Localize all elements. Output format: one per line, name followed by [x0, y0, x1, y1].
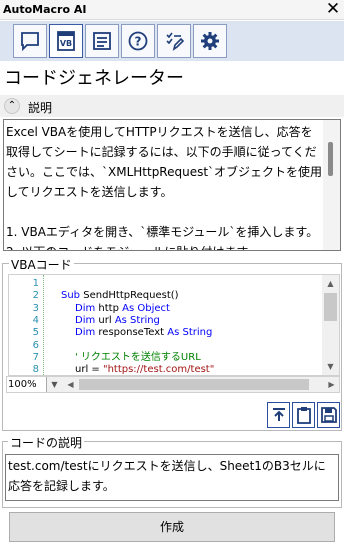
page-title: コードジェネレーター — [4, 68, 184, 89]
insert-icon — [272, 408, 285, 421]
code-keyword: Dim — [75, 314, 96, 326]
code-text: url = "https://test.com/test" — [49, 364, 215, 376]
chat-icon — [21, 32, 39, 52]
line-number: 5 — [32, 327, 39, 339]
chat-button[interactable] — [13, 24, 47, 58]
gear-icon — [201, 32, 219, 50]
code-text: Dim http As Object — [49, 303, 170, 315]
scroll-left-icon[interactable]: ◀ — [63, 377, 78, 392]
code-text: Dim url As String — [49, 315, 160, 327]
description-text: Excel VBAを使用してHTTPリクエストを送信し、応答を取得してシートに記… — [6, 125, 323, 250]
window-title: AutoMacro AI — [3, 3, 87, 16]
document-list-icon — [93, 32, 111, 50]
code-keyword: Sub — [61, 290, 81, 302]
description-textbox[interactable]: Excel VBAを使用してHTTPリクエストを送信し、応答を取得してシートに記… — [3, 119, 341, 251]
line-number: 4 — [32, 314, 39, 326]
toolbar: VB ? — [0, 21, 344, 61]
vba-icon: VB — [57, 31, 75, 51]
code-string: "https://test.com/test" — [102, 364, 215, 376]
code-text: Sub SendHttpRequest() — [49, 290, 179, 302]
copy-code-button[interactable] — [292, 402, 315, 428]
code-token: SendHttpRequest() — [80, 290, 179, 302]
scroll-down-icon[interactable]: ▼ — [322, 358, 339, 375]
code-text: ' リクエストを送信するURL — [49, 352, 201, 364]
code-editor[interactable]: 1 2 Sub SendHttpRequest() 3 Dim http As Obje… — [8, 274, 340, 376]
code-keyword: As String — [114, 314, 160, 326]
scroll-up-icon[interactable]: ▲ — [322, 275, 339, 292]
chevron-down-icon[interactable]: ▼ — [47, 377, 62, 392]
svg-text:VB: VB — [60, 39, 72, 48]
code-keyword: As Object — [122, 302, 170, 314]
code-scroll-thumb[interactable] — [324, 293, 337, 321]
help-button[interactable]: ? — [121, 24, 155, 58]
edit-checklist-icon — [166, 32, 185, 51]
vba-button[interactable]: VB — [49, 24, 83, 58]
code-keyword: As String — [167, 327, 213, 339]
insert-code-button[interactable] — [267, 402, 290, 428]
save-code-button[interactable] — [317, 402, 340, 428]
close-icon[interactable]: ✕ — [324, 0, 342, 19]
code-scrollbar[interactable]: ▲ ▼ — [322, 275, 339, 375]
code-explanation-title: コードの説明 — [8, 434, 85, 451]
create-button[interactable]: 作成 — [9, 512, 335, 542]
document-button[interactable] — [85, 24, 119, 58]
save-icon — [320, 407, 337, 423]
collapse-icon[interactable]: ⌃ — [4, 98, 20, 114]
zoom-select[interactable]: 100% — [7, 377, 47, 392]
code-token: url — [95, 314, 115, 326]
gutter-divider — [43, 275, 44, 375]
svg-text:?: ? — [135, 35, 142, 49]
code-token: http — [95, 302, 123, 314]
title-bar: AutoMacro AI ✕ — [0, 0, 344, 20]
help-icon: ? — [128, 31, 148, 51]
code-token: url = — [75, 364, 103, 376]
scroll-right-icon[interactable]: ▶ — [324, 377, 339, 392]
description-scrollbar[interactable] — [323, 120, 340, 250]
clipboard-icon — [296, 407, 311, 424]
description-header[interactable]: ⌃ 説明 — [0, 95, 344, 117]
settings-button[interactable] — [193, 24, 227, 58]
code-explanation-text[interactable]: test.com/testにリクエストを送信し、Sheet1のB3セルに応答を記… — [5, 454, 339, 501]
scrollbar-thumb[interactable] — [328, 142, 333, 176]
line-number: 1 — [32, 278, 39, 289]
description-header-label: 説明 — [28, 101, 53, 115]
code-keyword: Dim — [75, 327, 96, 339]
line-number: 7 — [32, 351, 39, 363]
horizontal-scroll-thumb[interactable] — [79, 379, 309, 390]
line-number: 6 — [32, 339, 39, 351]
code-zoom-bar: 100% ▼ ◀ ▶ — [6, 376, 340, 393]
vba-code-group-title: VBAコード — [9, 256, 74, 273]
edit-checklist-button[interactable] — [157, 24, 191, 58]
code-token: responseText — [95, 327, 168, 339]
code-keyword: Dim — [75, 302, 96, 314]
code-text: Dim responseText As String — [49, 327, 212, 339]
line-number: 3 — [32, 302, 39, 314]
line-number: 2 — [32, 290, 39, 302]
code-comment: ' リクエストを送信するURL — [75, 351, 201, 363]
line-number: 8 — [32, 364, 39, 376]
